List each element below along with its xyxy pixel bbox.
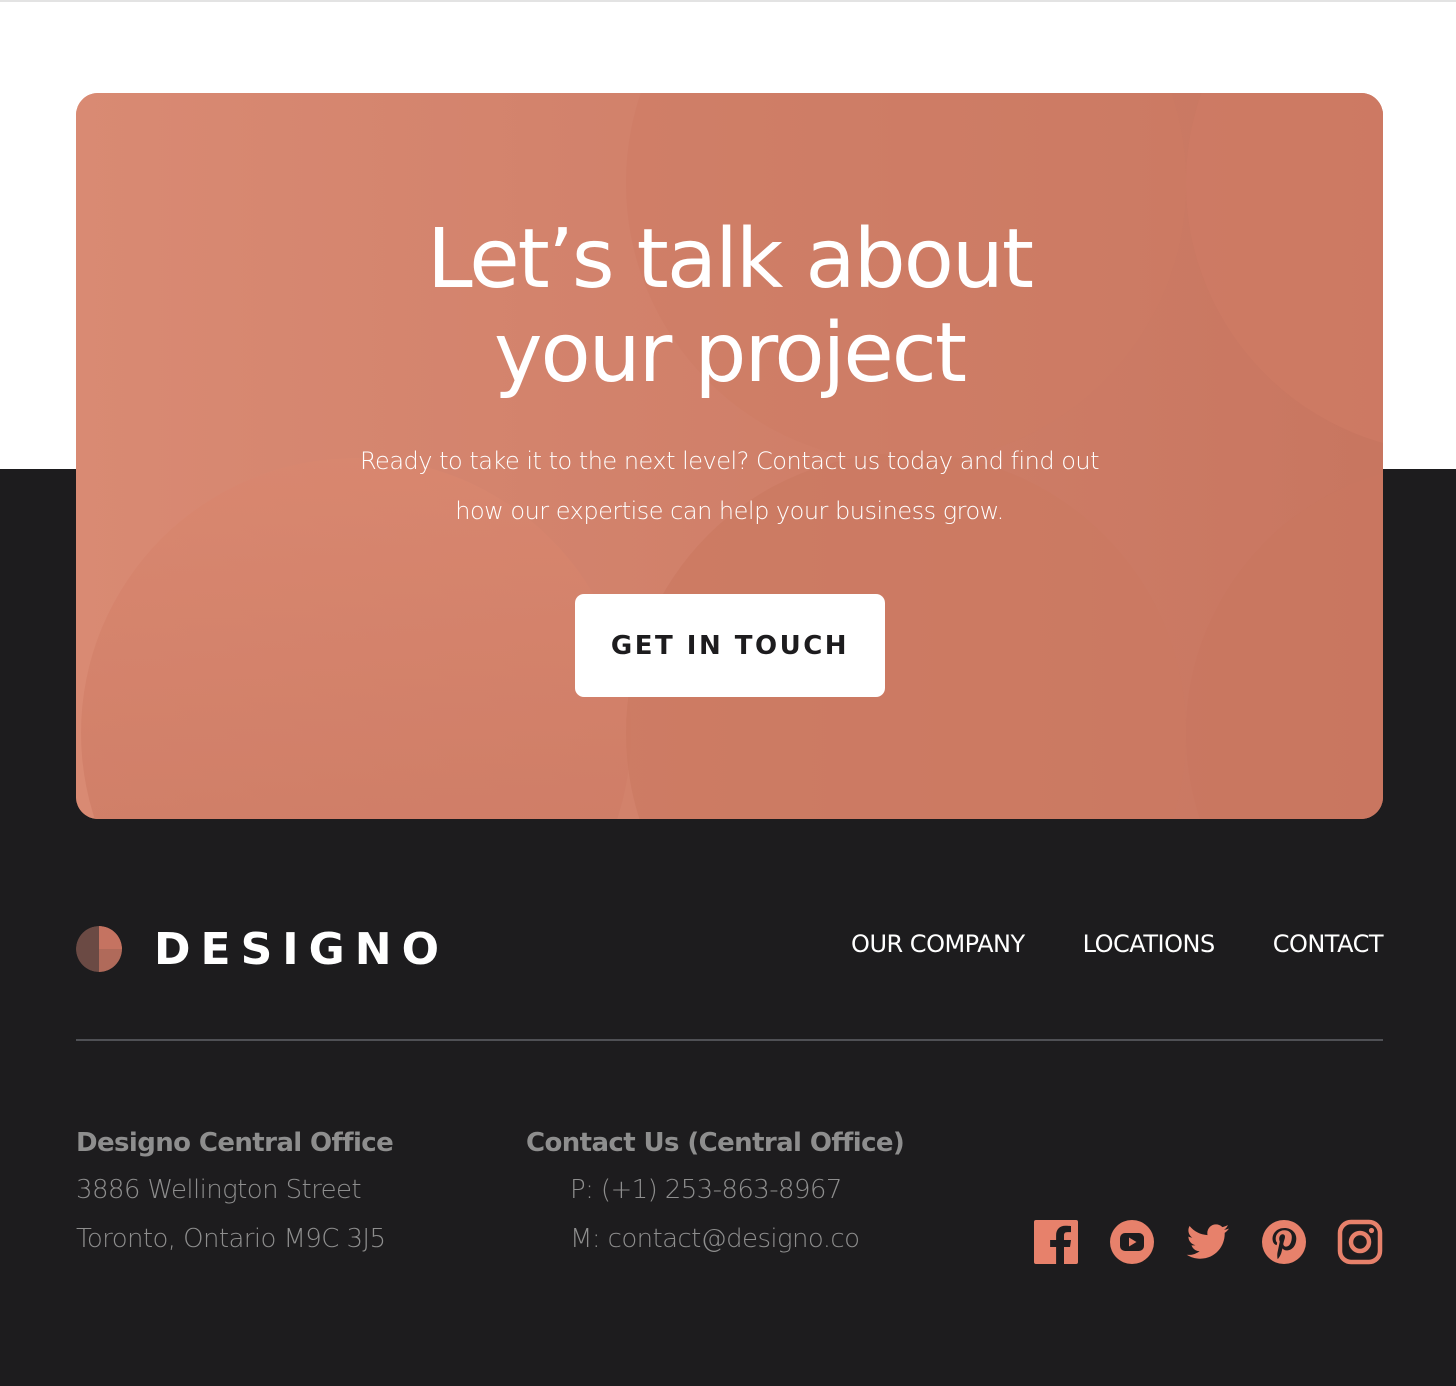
nav-link-locations[interactable]: LOCATIONS: [1083, 926, 1216, 962]
cta-title: Let’s talk about your project: [276, 213, 1183, 401]
cta-content: Let’s talk about your project Ready to t…: [76, 93, 1383, 819]
contact-info: Contact Us (Central Office) P: (+1) 253-…: [526, 1120, 986, 1264]
contact-email[interactable]: M: contact@designo.co: [526, 1215, 986, 1264]
office-heading: Designo Central Office: [76, 1128, 394, 1158]
nav-link-contact[interactable]: CONTACT: [1273, 926, 1384, 962]
top-border: [0, 0, 1456, 2]
contact-phone[interactable]: P: (+1) 253-863-8967: [526, 1166, 986, 1215]
footer-nav: OUR COMPANY LOCATIONS CONTACT: [851, 926, 1383, 962]
logo-mark-icon: [76, 926, 122, 972]
get-in-touch-button[interactable]: GET IN TOUCH: [575, 594, 885, 697]
contact-heading: Contact Us (Central Office): [526, 1128, 905, 1158]
cta-title-line-2: your project: [493, 306, 967, 401]
office-street: 3886 Wellington Street: [76, 1175, 362, 1205]
office-address: Designo Central Office 3886 Wellington S…: [76, 1120, 496, 1264]
cta-title-line-1: Let’s talk about: [426, 212, 1034, 307]
pinterest-icon[interactable]: [1261, 1219, 1307, 1265]
office-city: Toronto, Ontario M9C 3J5: [76, 1224, 386, 1254]
cta-card: Let’s talk about your project Ready to t…: [76, 93, 1383, 819]
facebook-icon[interactable]: [1033, 1219, 1079, 1265]
social-links: [1033, 1219, 1383, 1267]
logo-wordmark: DESIGNO: [154, 923, 449, 975]
cta-description: Ready to take it to the next level? Cont…: [359, 447, 1100, 525]
nav-link-our-company[interactable]: OUR COMPANY: [851, 926, 1025, 962]
footer-divider: [76, 1039, 1383, 1041]
youtube-icon[interactable]: [1109, 1219, 1155, 1265]
twitter-icon[interactable]: [1185, 1219, 1231, 1265]
designo-logo[interactable]: DESIGNO: [76, 921, 456, 977]
instagram-icon[interactable]: [1337, 1219, 1383, 1265]
